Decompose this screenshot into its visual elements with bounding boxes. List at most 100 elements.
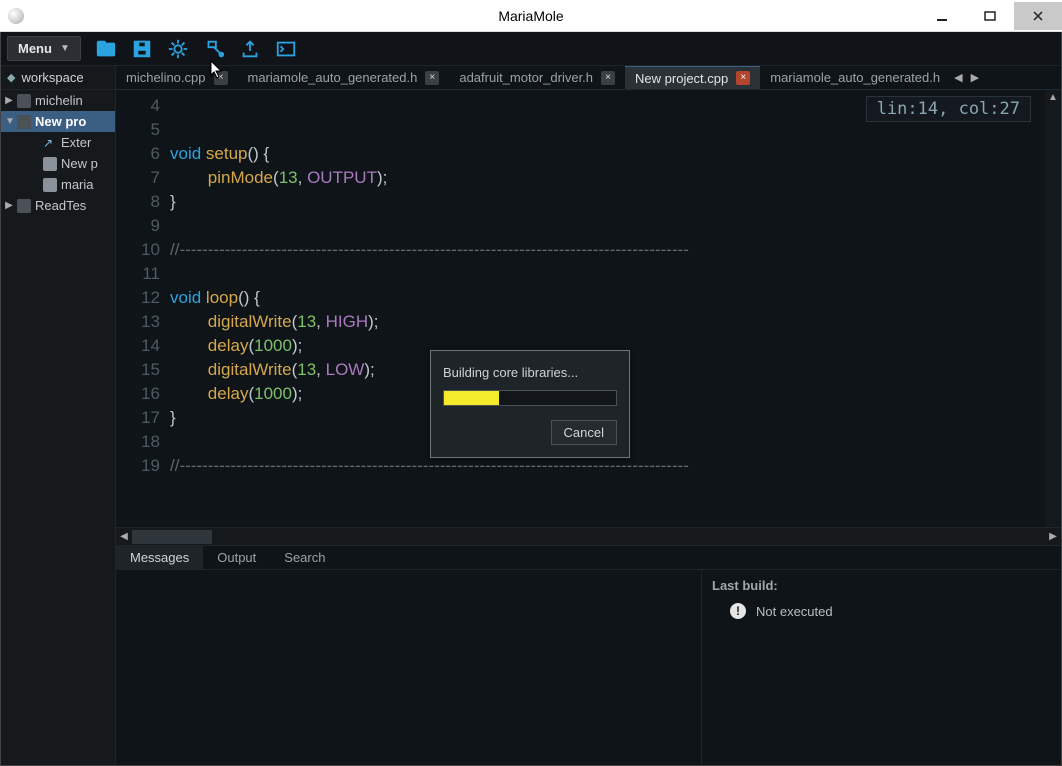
line-number: 11 [116, 262, 160, 286]
tree-item[interactable]: ▼New pro [1, 111, 115, 132]
tree-item[interactable]: ↗ Exter [1, 132, 115, 153]
cursor-status: lin:14, col:27 [866, 96, 1031, 122]
line-number: 18 [116, 430, 160, 454]
sidebar: ◆ workspace ▶ michelin ▼New pro ↗ Exter New p… [1, 66, 116, 765]
file-icon [43, 178, 57, 192]
save-icon[interactable] [131, 38, 153, 60]
tree-item-label: Exter [61, 135, 91, 150]
horizontal-scrollbar[interactable]: ◀ ▶ [116, 527, 1061, 545]
code-line: //--------------------------------------… [170, 238, 1061, 262]
bottom-pane: Last build: ! Not executed [116, 569, 1061, 765]
gear-icon[interactable] [167, 38, 189, 60]
code-line: } [170, 190, 1061, 214]
terminal-icon[interactable] [275, 38, 297, 60]
minimize-button[interactable] [918, 2, 966, 30]
line-number: 13 [116, 310, 160, 334]
external-link-icon: ↗ [43, 136, 57, 150]
tree-caret-icon: ▶ [5, 200, 13, 211]
line-number: 7 [116, 166, 160, 190]
tab-label: mariamole_auto_generated.h [770, 70, 940, 85]
tab-close-icon[interactable]: × [214, 71, 228, 85]
window-buttons [918, 2, 1062, 30]
cancel-button[interactable]: Cancel [551, 420, 617, 445]
editor-tabs: michelino.cpp×mariamole_auto_generated.h… [116, 66, 1061, 90]
scroll-thumb[interactable] [132, 530, 212, 544]
scroll-up-icon[interactable]: ▲ [1045, 90, 1061, 106]
last-build-header: Last build: [712, 578, 1051, 593]
build-status-panel: Last build: ! Not executed [701, 570, 1061, 765]
tree-caret-icon: ▼ [5, 116, 13, 127]
editor-tab[interactable]: mariamole_auto_generated.h × [238, 66, 450, 89]
tab-label: michelino.cpp [126, 70, 206, 85]
folder-icon [17, 199, 31, 213]
editor-tab[interactable]: mariamole_auto_generated.h [760, 66, 950, 89]
tab-close-icon[interactable]: × [601, 71, 615, 85]
scroll-left-icon[interactable]: ◀ [116, 528, 132, 546]
warning-icon: ! [730, 603, 746, 619]
tree-caret-icon: ▶ [5, 95, 13, 106]
line-number: 9 [116, 214, 160, 238]
maximize-button[interactable] [966, 2, 1014, 30]
workspace-label: workspace [21, 70, 83, 85]
code-line: void setup() { [170, 142, 1061, 166]
messages-panel [116, 570, 701, 765]
line-number: 6 [116, 142, 160, 166]
line-number: 16 [116, 382, 160, 406]
bottom-tab[interactable]: Messages [116, 546, 203, 569]
chevron-down-icon: ▼ [60, 43, 70, 54]
close-button[interactable] [1014, 2, 1062, 30]
line-number: 4 [116, 94, 160, 118]
tab-label: New project.cpp [635, 71, 728, 86]
tab-label: mariamole_auto_generated.h [248, 70, 418, 85]
folder-icon[interactable] [95, 38, 117, 60]
folder-icon [17, 115, 31, 129]
tree-item[interactable]: ▶ michelin [1, 90, 115, 111]
folder-icon [17, 94, 31, 108]
window-title: MariaMole [0, 8, 1062, 24]
tab-nav-left-icon[interactable]: ◀ [950, 66, 966, 89]
line-gutter: 45678910111213141516171819 [116, 94, 170, 478]
tree-item[interactable]: ▶ ReadTes [1, 195, 115, 216]
diamond-icon: ◆ [7, 71, 15, 84]
editor-tab[interactable]: michelino.cpp × [116, 66, 238, 89]
app-window: MariaMole Menu ▼ ◆ workspace [0, 0, 1062, 766]
tree-item[interactable]: New p [1, 153, 115, 174]
tab-nav-right-icon[interactable]: ▶ [967, 66, 983, 89]
file-icon [43, 157, 57, 171]
tree-item-label: ReadTes [35, 198, 86, 213]
titlebar: MariaMole [0, 0, 1062, 32]
tree-item[interactable]: maria [1, 174, 115, 195]
build-status-text: Not executed [756, 604, 833, 619]
line-number: 17 [116, 406, 160, 430]
editor-tab[interactable]: adafruit_motor_driver.h × [449, 66, 625, 89]
line-number: 15 [116, 358, 160, 382]
scroll-right-icon[interactable]: ▶ [1045, 528, 1061, 546]
menu-label: Menu [18, 41, 52, 56]
line-number: 5 [116, 118, 160, 142]
bottom-tab[interactable]: Search [270, 546, 339, 569]
code-line [170, 262, 1061, 286]
build-icon[interactable] [203, 38, 225, 60]
menu-button[interactable]: Menu ▼ [7, 36, 81, 61]
line-number: 12 [116, 286, 160, 310]
bottom-tabs: MessagesOutputSearch [116, 545, 1061, 569]
vertical-scrollbar[interactable]: ▲ [1045, 90, 1061, 527]
code-line: digitalWrite(13, HIGH); [170, 310, 1061, 334]
line-number: 19 [116, 454, 160, 478]
upload-icon[interactable] [239, 38, 261, 60]
code-line: pinMode(13, OUTPUT); [170, 166, 1061, 190]
code-line: void loop() { [170, 286, 1061, 310]
tab-label: adafruit_motor_driver.h [459, 70, 593, 85]
tree-item-label: New p [61, 156, 98, 171]
line-number: 14 [116, 334, 160, 358]
editor-area[interactable]: lin:14, col:27 4567891011121314151617181… [116, 90, 1061, 527]
bottom-tab[interactable]: Output [203, 546, 270, 569]
workspace-header[interactable]: ◆ workspace [1, 66, 115, 90]
app-icon [8, 8, 24, 24]
tab-close-icon[interactable]: × [736, 71, 750, 85]
tree-item-label: maria [61, 177, 94, 192]
project-tree: ▶ michelin ▼New pro ↗ Exter New p maria ▶ ReadTe… [1, 90, 115, 765]
editor-tab[interactable]: New project.cpp × [625, 66, 760, 89]
tab-close-icon[interactable]: × [425, 71, 439, 85]
tree-item-label: michelin [35, 93, 83, 108]
